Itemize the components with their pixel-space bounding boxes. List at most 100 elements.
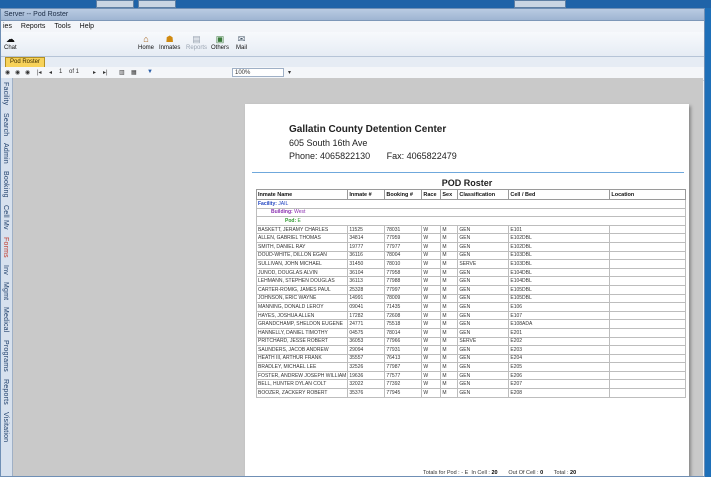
inmates-button[interactable]: ☗ Inmates xyxy=(159,34,180,51)
cell-sex: M xyxy=(440,388,459,398)
taskbar-item[interactable] xyxy=(514,0,566,8)
cell-location xyxy=(609,276,686,286)
stop-icon[interactable]: ◉ xyxy=(25,69,30,76)
report-viewer[interactable]: Gallatin County Detention Center 605 Sou… xyxy=(13,78,703,476)
cell-booking-number: 72608 xyxy=(384,310,423,321)
forward-icon[interactable]: ◉ xyxy=(15,69,20,76)
rail-item-medical[interactable]: Medical xyxy=(2,307,9,333)
cell-classification: GEN xyxy=(457,362,510,372)
cell-location xyxy=(609,310,686,321)
zoom-dropdown-icon[interactable]: ▾ xyxy=(288,69,291,76)
col-inmate-number: Inmate # xyxy=(347,189,386,200)
menu-reports[interactable]: Reports xyxy=(21,23,46,30)
table-row[interactable]: JOHNSON, ERIC WAYNE 14991 78009 W M GEN E105DB… xyxy=(255,293,686,304)
page-setup-icon[interactable]: ▦ xyxy=(131,69,137,76)
pod-totals: Totals for Pod : - E In Cell : 20 Out Of… xyxy=(423,470,576,476)
cell-race: W xyxy=(421,250,442,261)
rail-item-facility[interactable]: Facility xyxy=(2,82,9,105)
table-row[interactable]: DOUD-WHITE, DILLON EGAN 36116 78004 W M GEN E1… xyxy=(255,250,686,261)
table-row[interactable]: SMITH, DANIEL RAY 19777 77977 W M GEN E102DBL xyxy=(255,241,686,252)
reports-button[interactable]: ▤ Reports xyxy=(186,34,207,51)
rail-item-mgmt[interactable]: Mgmt xyxy=(2,282,9,300)
header-divider xyxy=(252,172,684,173)
table-row[interactable]: CARTER-ROMIG, JAMES PAUL 25328 77997 W M GEN E… xyxy=(255,284,686,295)
others-button[interactable]: ▣ Others xyxy=(211,34,229,51)
cell-bed: E202 xyxy=(508,336,611,347)
cell-booking-number: 77988 xyxy=(384,276,423,286)
menu-tools[interactable]: Tools xyxy=(54,23,70,30)
table-row[interactable]: BRADLEY, MICHAEL LEE 32526 77987 W M GEN E205 xyxy=(255,362,686,372)
rail-item-visitation[interactable]: Visitation xyxy=(2,412,9,442)
table-row[interactable]: PRITCHARD, JESSE ROBERT 36053 77966 W M SERVE… xyxy=(255,336,686,347)
building-group-row: Building: West xyxy=(256,207,686,218)
chat-button[interactable]: ☁ Chat xyxy=(4,34,17,51)
taskbar-item[interactable] xyxy=(96,0,134,8)
rail-item-admin[interactable]: Admin xyxy=(2,143,9,164)
mail-button[interactable]: ✉ Mail xyxy=(236,34,247,51)
cell-sex: M xyxy=(440,379,459,390)
cell-booking-number: 77392 xyxy=(384,379,423,390)
menu-activities[interactable]: ies xyxy=(3,23,12,30)
cell-sex: M xyxy=(440,336,459,347)
rail-item-reports[interactable]: Reports xyxy=(2,379,9,405)
rail-item-booking[interactable]: Booking xyxy=(2,171,9,198)
cell-booking-number: 77577 xyxy=(384,370,423,381)
cell-inmate-number: 35557 xyxy=(347,353,386,364)
fax-value: 4065822479 xyxy=(406,151,457,161)
zoom-select[interactable]: 100% xyxy=(232,68,284,77)
cell-inmate-name: ALLEN, GABRIEL THOMAS xyxy=(255,233,349,243)
cell-inmate-number: 36113 xyxy=(347,276,386,286)
table-row[interactable]: BASKETT, JERAMY CHARLES 11525 78031 W M GEN E1… xyxy=(255,224,686,235)
table-row[interactable]: BOOZER, ZACKERY ROBERT 35376 77945 W M GEN E20… xyxy=(255,388,686,398)
rail-item-forms[interactable]: Forms xyxy=(2,237,9,258)
cell-inmate-number: 17282 xyxy=(347,310,386,321)
table-row[interactable]: GRANDCHAMP, SHELDON EUGENE 24771 75518 W M GE… xyxy=(255,319,686,329)
page-number[interactable]: 1 xyxy=(59,69,62,75)
table-row[interactable]: BELL, HUNTER DYLAN COLT 32022 77392 W M GEN E2… xyxy=(255,379,686,390)
cell-location xyxy=(609,327,686,338)
table-row[interactable]: MANNING, DONALD LEROY 09041 71435 W M GEN E106 xyxy=(255,302,686,312)
table-row[interactable]: HEATH III, ARTHUR FRANK 35557 76413 W M GEN E2… xyxy=(255,353,686,364)
prev-page-icon[interactable]: ◂ xyxy=(49,69,52,76)
home-button[interactable]: ⌂ Home xyxy=(138,34,154,51)
table-row[interactable]: LEHMANN, STEPHEN DOUGLAS 36113 77988 W M GEN E… xyxy=(255,276,686,286)
rail-item-inv[interactable]: Inv xyxy=(2,265,9,275)
cell-bed: E104DBL xyxy=(508,276,611,286)
cell-sex: M xyxy=(440,224,459,235)
cell-booking-number: 78014 xyxy=(384,327,423,338)
rail-item-programs[interactable]: Programs xyxy=(2,340,9,372)
taskbar-item[interactable] xyxy=(138,0,176,8)
export-icon[interactable]: ▼ xyxy=(147,69,153,75)
first-page-icon[interactable]: |◂ xyxy=(37,69,42,76)
table-row[interactable]: ALLEN, GABRIEL THOMAS 34814 77959 W M GEN E102… xyxy=(255,233,686,243)
rail-item-cell-mv[interactable]: Cell Mv xyxy=(2,205,9,230)
in-cell-label: In Cell : xyxy=(471,470,490,476)
back-icon[interactable]: ◉ xyxy=(5,69,10,76)
table-row[interactable]: SAUNDERS, JACOB ANDREW 29094 77931 W M GEN E20… xyxy=(255,345,686,355)
facility-label: Facility: xyxy=(258,200,277,207)
last-page-icon[interactable]: ▸| xyxy=(103,69,108,76)
out-of-cell-count: 0 xyxy=(540,470,544,476)
table-row[interactable]: SULLIVAN, JOHN MICHAEL 31450 78010 W M SERVE E… xyxy=(255,259,686,269)
pod-group-row: Pod: E xyxy=(256,216,686,226)
cell-location xyxy=(609,267,686,278)
cell-bed: E107 xyxy=(508,310,611,321)
cell-race: W xyxy=(421,362,442,372)
cell-bed: E106 xyxy=(508,302,611,312)
layout-icon[interactable]: ▥ xyxy=(119,69,125,76)
cell-booking-number: 77945 xyxy=(384,388,423,398)
chat-label: Chat xyxy=(4,45,17,51)
cell-inmate-number: 29094 xyxy=(347,345,386,355)
cell-race: W xyxy=(421,345,442,355)
menu-help[interactable]: Help xyxy=(80,23,94,30)
table-row[interactable]: JUNOD, DOUGLAS ALVIN 36104 77958 W M GEN E104D… xyxy=(255,267,686,278)
cell-classification: GEN xyxy=(457,370,510,381)
table-row[interactable]: HAYES, JOSHUA ALLEN 17282 72608 W M GEN E107 xyxy=(255,310,686,321)
table-row[interactable]: FOSTER, ANDREW JOSEPH WILLIAM 19636 77577 W… xyxy=(255,370,686,381)
cell-classification: GEN xyxy=(457,327,510,338)
cell-inmate-number: 36053 xyxy=(347,336,386,347)
rail-item-search[interactable]: Search xyxy=(2,113,9,136)
table-row[interactable]: HANNELLY, DANIEL TIMOTHY 04575 78014 W M GEN E… xyxy=(255,327,686,338)
next-page-icon[interactable]: ▸ xyxy=(93,69,96,76)
pod-label: Pod: xyxy=(285,217,297,224)
